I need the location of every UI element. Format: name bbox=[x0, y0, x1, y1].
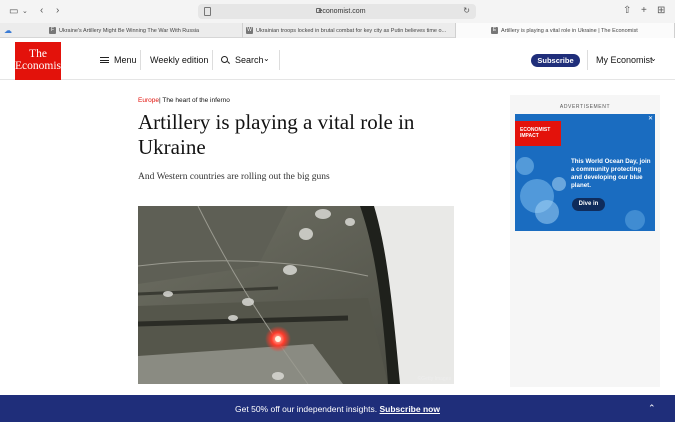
article-image: ©Getty Images bbox=[138, 206, 454, 384]
browser-toolbar: ▭ ⌄ ‹ › economist.com ↻ ⇧ + ⊞ bbox=[0, 0, 675, 23]
tab-3[interactable]: E Artillery is playing a vital role in U… bbox=[456, 23, 675, 38]
tab-2[interactable]: W Ukrainian troops locked in brutal comb… bbox=[243, 23, 456, 38]
subscribe-button[interactable]: Subscribe bbox=[531, 54, 580, 67]
search-button[interactable]: Search bbox=[235, 55, 264, 65]
article-subtitle: And Western countries are rolling out th… bbox=[138, 172, 330, 182]
reload-icon[interactable]: ↻ bbox=[463, 6, 470, 15]
ad-brand-line-2: IMPACT bbox=[520, 133, 539, 139]
address-url: economist.com bbox=[318, 8, 366, 15]
divider bbox=[212, 50, 213, 70]
article-kicker: Europe| The heart of the inferno bbox=[138, 97, 230, 104]
banner-message: Get 50% off our independent insights. Su… bbox=[0, 404, 675, 414]
ad-text: This World Ocean Day, join a community p… bbox=[571, 158, 651, 189]
tab-title: Artillery is playing a vital role in Ukr… bbox=[501, 27, 638, 34]
lock-icon bbox=[316, 8, 321, 13]
tab-favicon-icon: F bbox=[49, 27, 56, 34]
new-tab-icon[interactable]: + bbox=[641, 6, 647, 16]
page-icon bbox=[204, 7, 211, 16]
tab-title: Ukrainian troops locked in brutal combat… bbox=[256, 27, 447, 34]
cloud-tabs-icon[interactable]: ☁ bbox=[4, 26, 12, 36]
banner-text: Get 50% off our independent insights. bbox=[235, 404, 378, 414]
back-icon[interactable]: ‹ bbox=[40, 6, 43, 16]
chevron-down-icon[interactable]: ⌄ bbox=[263, 54, 270, 63]
ad-brand: ECONOMIST IMPACT bbox=[515, 121, 561, 146]
ad-label: ADVERTISEMENT bbox=[559, 104, 611, 110]
divider bbox=[140, 50, 141, 70]
tab-favicon-icon: E bbox=[491, 27, 498, 34]
tab-favicon-icon: W bbox=[246, 27, 253, 34]
site-header: The Economist Menu Weekly edition Search… bbox=[0, 38, 675, 80]
tab-overview-icon[interactable]: ⊞ bbox=[657, 6, 665, 16]
tab-title: Ukraine's Artillery Might Be Winning The… bbox=[59, 27, 200, 34]
satellite-image bbox=[138, 206, 454, 384]
forward-icon[interactable]: › bbox=[56, 6, 59, 16]
chevron-up-icon[interactable]: ⌃ bbox=[648, 403, 656, 414]
ad-cta-button[interactable]: Dive in bbox=[572, 198, 605, 211]
divider bbox=[279, 50, 280, 70]
subscription-banner: Get 50% off our independent insights. Su… bbox=[0, 395, 675, 422]
chevron-down-icon[interactable]: ⌄ bbox=[650, 54, 657, 63]
my-economist-button[interactable]: My Economist bbox=[596, 55, 653, 65]
address-bar[interactable]: economist.com ↻ bbox=[198, 4, 476, 19]
ad-close-icon[interactable]: ✕ bbox=[648, 115, 653, 122]
logo-line-1: The bbox=[29, 48, 47, 60]
divider bbox=[587, 50, 588, 70]
ad-banner[interactable]: ECONOMIST IMPACT ✕ This World Ocean Day,… bbox=[515, 114, 655, 231]
weekly-edition-link[interactable]: Weekly edition bbox=[150, 55, 208, 65]
logo-line-2: Economist bbox=[15, 60, 65, 72]
section-link[interactable]: Europe bbox=[138, 97, 159, 104]
article-rubric: | The heart of the inferno bbox=[158, 97, 230, 104]
share-icon[interactable]: ⇧ bbox=[623, 6, 631, 16]
menu-icon[interactable] bbox=[100, 57, 109, 63]
ad-panel: ADVERTISEMENT ECONOMIST IMPACT ✕ This Wo… bbox=[510, 95, 660, 387]
sidebar-icon[interactable]: ▭ bbox=[9, 7, 18, 17]
economist-logo[interactable]: The Economist bbox=[15, 42, 65, 80]
tab-1[interactable]: F Ukraine's Artillery Might Be Winning T… bbox=[46, 23, 243, 38]
image-credit: ©Getty Images bbox=[417, 376, 451, 382]
chevron-down-icon[interactable]: ⌄ bbox=[22, 7, 28, 17]
search-icon[interactable] bbox=[221, 56, 228, 63]
menu-button[interactable]: Menu bbox=[114, 55, 137, 65]
banner-subscribe-link[interactable]: Subscribe now bbox=[380, 404, 440, 414]
article-title: Artillery is playing a vital role in Ukr… bbox=[138, 110, 415, 159]
tab-bar: ☁ F Ukraine's Artillery Might Be Winning… bbox=[0, 23, 675, 38]
